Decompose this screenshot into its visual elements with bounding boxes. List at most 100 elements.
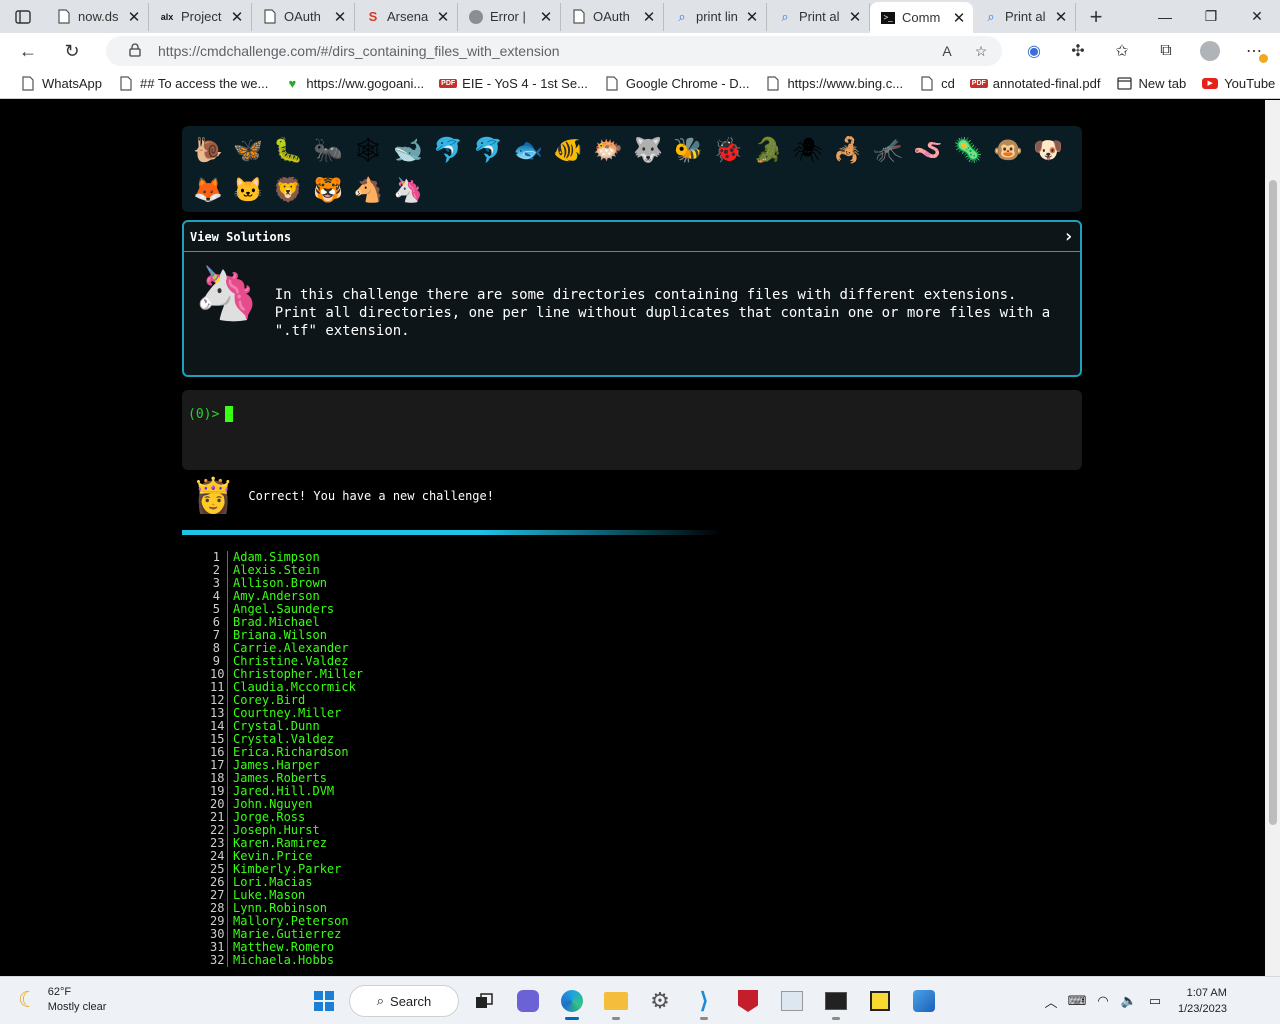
tab-1[interactable]: now.ds ✕ (46, 2, 149, 31)
vscode-icon[interactable]: ⟩ (685, 981, 723, 1021)
challenge-emoji-icon[interactable]: 🐬 (468, 130, 508, 170)
bookmark-item[interactable]: New tab (1109, 71, 1195, 97)
chevron-up-icon[interactable]: ︿ (1040, 992, 1062, 1011)
battery-icon[interactable]: ▭ (1144, 993, 1166, 1009)
close-tab-icon[interactable]: ✕ (538, 8, 554, 26)
terminal-input[interactable]: (0)> (182, 390, 1082, 470)
read-aloud-icon[interactable]: A (936, 43, 958, 59)
close-window-icon[interactable]: ✕ (1234, 0, 1280, 33)
tab-8[interactable]: ⌕ Print al ✕ (767, 2, 870, 31)
extensions-puzzle-icon[interactable]: ✣ (1056, 33, 1100, 69)
collections-icon[interactable]: ⧉ (1144, 33, 1188, 69)
tab-5[interactable]: Error | ✕ (458, 2, 561, 31)
challenge-emoji-icon[interactable]: 🐜 (308, 130, 348, 170)
view-solutions-label[interactable]: View Solutions (190, 230, 291, 244)
chevron-right-icon[interactable]: › (1063, 226, 1074, 247)
close-tab-icon[interactable]: ✕ (744, 8, 760, 26)
paint-icon[interactable] (773, 981, 811, 1021)
challenge-emoji-icon[interactable]: 🦄 (388, 170, 428, 210)
challenge-emoji-icon[interactable]: 🐊 (748, 130, 788, 170)
bookmark-item[interactable]: Google Chrome - D... (596, 71, 758, 97)
back-icon[interactable]: ← (6, 33, 50, 69)
tab-9[interactable]: >_ Comm ✕ (870, 2, 973, 33)
weather-widget[interactable]: ☾ 62°F Mostly clear (18, 985, 106, 1015)
bookmark-item[interactable]: PDF annotated-final.pdf (963, 71, 1109, 97)
tab-10[interactable]: ⌕ Print al ✕ (973, 2, 1076, 31)
bookmark-item[interactable]: ## To access the we... (110, 71, 276, 97)
challenge-emoji-icon[interactable]: 🐡 (588, 130, 628, 170)
close-tab-icon[interactable]: ✕ (1053, 8, 1069, 26)
challenge-emoji-icon[interactable]: 🐴 (348, 170, 388, 210)
url-text[interactable]: https://cmdchallenge.com/#/dirs_containi… (158, 43, 924, 59)
tab-3[interactable]: OAuth ✕ (252, 2, 355, 31)
challenge-emoji-icon[interactable]: 🐟 (508, 130, 548, 170)
refresh-icon[interactable]: ↻ (50, 33, 94, 69)
challenge-emoji-icon[interactable]: 🐞 (708, 130, 748, 170)
tab-6[interactable]: OAuth ✕ (561, 2, 664, 31)
volume-icon[interactable]: 🔈 (1118, 993, 1140, 1009)
address-bar[interactable]: https://cmdchallenge.com/#/dirs_containi… (106, 36, 1002, 66)
bookmark-item[interactable]: PDF EIE - YoS 4 - 1st Se... (432, 71, 596, 97)
terminal-app-icon[interactable] (817, 981, 855, 1021)
challenge-emoji-icon[interactable]: 🕷 (788, 130, 828, 170)
tab-actions-menu-icon[interactable] (0, 0, 46, 33)
challenge-emoji-icon[interactable]: 🐝 (668, 130, 708, 170)
extension-icon[interactable]: ◉ (1012, 33, 1056, 69)
close-tab-icon[interactable]: ✕ (332, 8, 348, 26)
keyboard-icon[interactable]: ⌨ (1066, 993, 1088, 1009)
sticky-notes-icon[interactable] (861, 981, 899, 1021)
teams-chat-icon[interactable] (509, 981, 547, 1021)
challenge-emoji-icon[interactable]: 🦠 (948, 130, 988, 170)
page-scrollbar[interactable] (1265, 100, 1280, 976)
photos-icon[interactable] (905, 981, 943, 1021)
tab-7[interactable]: ⌕ print lin ✕ (664, 2, 767, 31)
bookmark-item[interactable]: WhatsApp (12, 71, 110, 97)
restore-icon[interactable]: ❐ (1188, 0, 1234, 33)
challenge-emoji-icon[interactable]: 🐠 (548, 130, 588, 170)
challenge-emoji-icon[interactable]: 🐋 (388, 130, 428, 170)
mcafee-icon[interactable] (729, 981, 767, 1021)
new-tab-button[interactable]: + (1076, 4, 1116, 30)
challenge-emoji-icon[interactable]: 🦟 (868, 130, 908, 170)
file-explorer-icon[interactable] (597, 981, 635, 1021)
clock[interactable]: 1:07 AM 1/23/2023 (1178, 985, 1237, 1017)
start-windows-icon[interactable] (305, 981, 343, 1021)
lock-icon[interactable] (124, 42, 146, 60)
close-tab-icon[interactable]: ✕ (641, 8, 657, 26)
challenge-emoji-icon[interactable]: 🦂 (828, 130, 868, 170)
challenge-emoji-icon[interactable]: 🦊 (188, 170, 228, 210)
close-tab-icon[interactable]: ✕ (229, 8, 245, 26)
challenge-emoji-icon[interactable]: 🐵 (988, 130, 1028, 170)
tab-4[interactable]: S Arsena ✕ (355, 2, 458, 31)
challenge-emoji-icon[interactable]: 🐺 (628, 130, 668, 170)
challenge-emoji-icon[interactable]: 🐛 (268, 130, 308, 170)
challenge-emoji-icon[interactable]: 🐬 (428, 130, 468, 170)
challenge-emoji-icon[interactable]: 🐌 (188, 130, 228, 170)
edge-browser-icon[interactable] (553, 981, 591, 1021)
task-view-icon[interactable] (465, 981, 503, 1021)
challenge-emoji-icon[interactable]: 🕸 (348, 130, 388, 170)
challenge-emoji-icon[interactable]: 🐶 (1028, 130, 1068, 170)
close-tab-icon[interactable]: ✕ (951, 9, 967, 27)
bookmark-item[interactable]: ♥ https://ww.gogoani... (276, 71, 432, 97)
taskbar-search-button[interactable]: ⌕ Search (349, 985, 459, 1017)
terminal-cursor[interactable] (225, 406, 234, 422)
scrollbar-thumb[interactable] (1269, 180, 1277, 825)
challenge-emoji-icon[interactable]: 🪱 (908, 130, 948, 170)
close-tab-icon[interactable]: ✕ (435, 8, 451, 26)
add-favorite-icon[interactable]: ☆ (970, 43, 992, 60)
close-tab-icon[interactable]: ✕ (126, 8, 142, 26)
challenge-emoji-icon[interactable]: 🦋 (228, 130, 268, 170)
challenge-emoji-icon[interactable]: 🐱 (228, 170, 268, 210)
favorites-icon[interactable]: ✩ (1100, 33, 1144, 69)
view-solutions-header[interactable]: View Solutions › (184, 222, 1080, 252)
challenge-emoji-icon[interactable]: 🐯 (308, 170, 348, 210)
wifi-icon[interactable]: ◠ (1092, 993, 1114, 1009)
close-tab-icon[interactable]: ✕ (847, 8, 863, 26)
profile-avatar-icon[interactable] (1188, 33, 1232, 69)
bookmark-item[interactable]: https://www.bing.c... (757, 71, 911, 97)
tab-2[interactable]: alx Project ✕ (149, 2, 252, 31)
challenge-emoji-icon[interactable]: 🦁 (268, 170, 308, 210)
bookmark-item[interactable]: cd (911, 71, 963, 97)
settings-gear-icon[interactable]: ⚙ (641, 981, 679, 1021)
